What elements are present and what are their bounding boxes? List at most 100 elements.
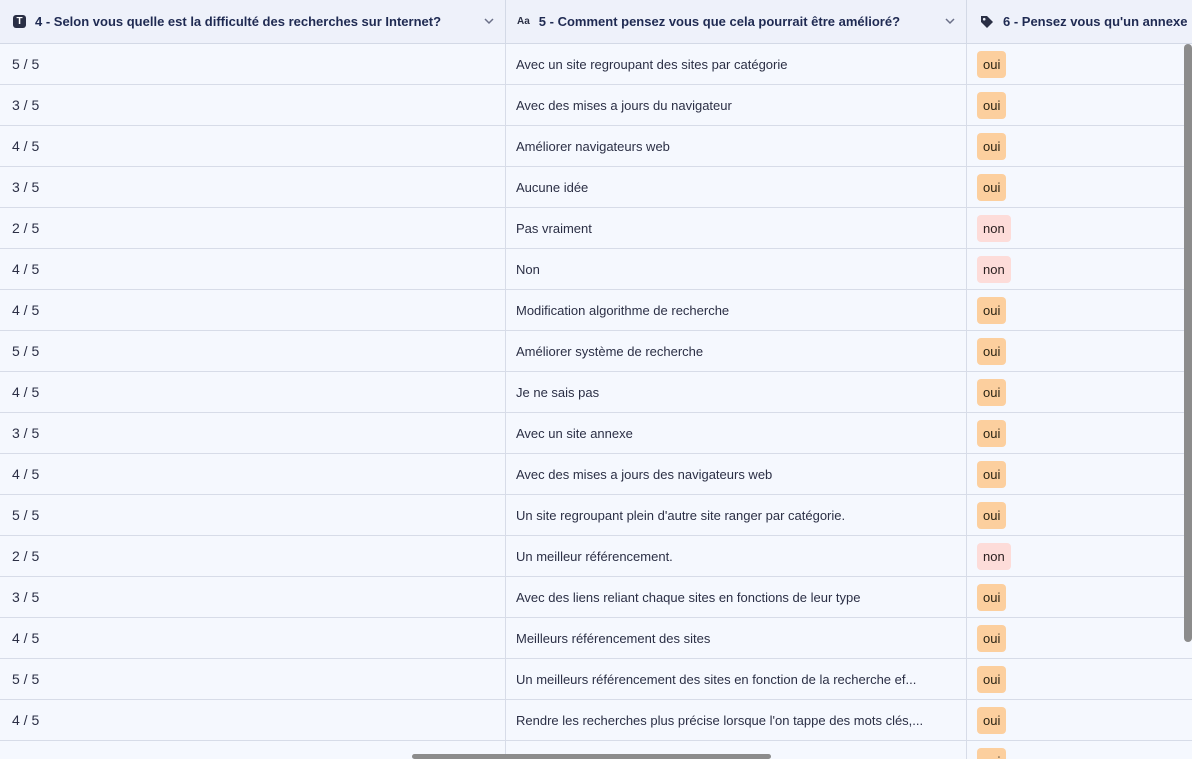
column-header-label: 4 - Selon vous quelle est la difficulté … (35, 14, 442, 29)
title-type-icon: Aa (517, 16, 530, 27)
answer-cell[interactable]: Un meilleur référencement. (506, 536, 967, 576)
rating-cell[interactable]: 4 / 5 (0, 618, 506, 658)
tag-cell[interactable]: oui (967, 126, 1192, 166)
tag-cell[interactable]: oui (967, 85, 1192, 125)
column-header-improvement[interactable]: Aa 5 - Comment pensez vous que cela pour… (506, 0, 967, 43)
answer-cell[interactable]: Rendre les recherches plus précise lorsq… (506, 700, 967, 740)
tag-badge: oui (977, 665, 1007, 693)
answer-cell[interactable]: Un meilleurs référencement des sites en … (506, 659, 967, 699)
vertical-scrollbar[interactable] (1184, 44, 1192, 642)
tag-badge: oui (977, 337, 1007, 365)
tag-cell[interactable]: oui (967, 44, 1192, 84)
rating-cell[interactable]: 3 / 5 (0, 413, 506, 453)
table-row[interactable]: 4 / 5 Améliorer navigateurs web oui (0, 126, 1192, 167)
table-row[interactable]: 3 / 5 Avec des liens reliant chaque sites… (0, 577, 1192, 618)
tag-cell[interactable]: oui (967, 290, 1192, 330)
tag-cell[interactable]: non (967, 208, 1192, 248)
table-row[interactable]: 3 / 5 Avec des mises a jours du navigateu… (0, 85, 1192, 126)
rating-cell[interactable]: 3 / 5 (0, 167, 506, 207)
tag-cell[interactable]: oui (967, 618, 1192, 658)
rating-cell[interactable]: 4 / 5 (0, 249, 506, 289)
tag-cell[interactable]: non (967, 536, 1192, 576)
rating-cell[interactable]: 4 / 5 (0, 126, 506, 166)
rating-value: 4 / 5 (12, 630, 40, 646)
horizontal-scrollbar[interactable] (412, 754, 771, 759)
tag-badge: oui (977, 296, 1007, 324)
table-row[interactable]: 5 / 5 Avec un site regroupant des sites p… (0, 44, 1192, 85)
table-row[interactable]: 4 / 5 Modification algorithme de recherch… (0, 290, 1192, 331)
answer-cell[interactable]: Je ne sais pas (506, 372, 967, 412)
answer-cell[interactable]: Un site regroupant plein d'autre site ra… (506, 495, 967, 535)
rating-value: 4 / 5 (12, 261, 40, 277)
column-header-annex[interactable]: 6 - Pensez vous qu'un annexe (967, 0, 1192, 43)
answer-cell[interactable]: Non (506, 249, 967, 289)
table-row[interactable]: 2 / 5 Un meilleur référencement. non (0, 536, 1192, 577)
table-row[interactable]: 4 / 5 Avec des mises a jours des navigate… (0, 454, 1192, 495)
tag-badge: oui (977, 91, 1007, 119)
rating-cell[interactable]: 2 / 5 (0, 208, 506, 248)
answer-text: Avec des mises a jours des navigateurs w… (516, 466, 773, 482)
answer-cell[interactable]: Avec un site regroupant des sites par ca… (506, 44, 967, 84)
column-header-label: 5 - Comment pensez vous que cela pourrai… (538, 14, 901, 29)
rating-cell[interactable]: 5 / 5 (0, 331, 506, 371)
table-row[interactable]: 5 / 5 Un meilleurs référencement des site… (0, 659, 1192, 700)
tag-badge: oui (977, 50, 1007, 78)
tag-cell[interactable]: oui (967, 454, 1192, 494)
table-row[interactable]: 4 / 5 Je ne sais pas oui (0, 372, 1192, 413)
answer-cell[interactable]: Aucune idée (506, 167, 967, 207)
rating-cell[interactable]: 4 / 5 (0, 290, 506, 330)
rating-cell[interactable]: 3 / 5 (0, 85, 506, 125)
tag-cell[interactable]: oui (967, 372, 1192, 412)
table-row[interactable]: 4 / 5 Rendre les recherches plus précise … (0, 700, 1192, 741)
answer-cell[interactable]: Pas vraiment (506, 208, 967, 248)
table-row[interactable]: 4 / 5 Meilleurs référencement des sites ou… (0, 618, 1192, 659)
answer-cell[interactable]: Améliorer système de recherche (506, 331, 967, 371)
tag-cell[interactable]: oui (967, 167, 1192, 207)
answer-text: Avec un site annexe (516, 425, 633, 441)
answer-cell[interactable]: Avec des mises a jours du navigateur (506, 85, 967, 125)
rating-cell[interactable]: 4 / 5 (0, 454, 506, 494)
tag-cell[interactable]: oui (967, 577, 1192, 617)
answer-text: Un meilleurs référencement des sites en … (516, 671, 917, 687)
column-header-label: 6 - Pensez vous qu'un annexe (1003, 14, 1188, 29)
tag-cell[interactable]: oui (967, 495, 1192, 535)
rating-cell[interactable]: 4 / 5 (0, 372, 506, 412)
table-row[interactable]: 5 / 5 Améliorer système de recherche oui (0, 331, 1192, 372)
rating-value: 2 / 5 (12, 220, 40, 236)
tag-cell[interactable]: oui (967, 700, 1192, 740)
table-row[interactable]: 2 / 5 Pas vraiment non (0, 208, 1192, 249)
answer-text: Je ne sais pas (516, 384, 600, 400)
answer-cell[interactable]: Avec un site annexe (506, 413, 967, 453)
chevron-down-icon[interactable] (483, 15, 495, 27)
rating-cell[interactable]: 2 / 5 (0, 536, 506, 576)
text-type-icon-glyph: T (13, 15, 26, 28)
rating-cell[interactable]: 5 / 5 (0, 44, 506, 84)
table-row[interactable]: 5 / 5 Un site regroupant plein d'autre si… (0, 495, 1192, 536)
rating-value: 3 / 5 (12, 97, 40, 113)
rating-value: 5 / 5 (12, 507, 40, 523)
rating-cell[interactable]: 5 / 5 (0, 659, 506, 699)
tag-cell[interactable]: oui (967, 659, 1192, 699)
tag-badge: non (977, 542, 1011, 570)
answer-cell[interactable]: Meilleurs référencement des sites (506, 618, 967, 658)
answer-text: Avec des liens reliant chaque sites en f… (516, 589, 861, 605)
tag-cell[interactable]: oui (967, 331, 1192, 371)
answer-cell[interactable]: Améliorer navigateurs web (506, 126, 967, 166)
rating-cell[interactable]: 3 / 5 (0, 577, 506, 617)
answer-text: Non (516, 261, 540, 277)
answer-cell[interactable]: Avec des mises a jours des navigateurs w… (506, 454, 967, 494)
tag-cell[interactable]: oui (967, 413, 1192, 453)
chevron-down-icon[interactable] (944, 15, 956, 27)
answer-cell[interactable]: Modification algorithme de recherche (506, 290, 967, 330)
table-row[interactable]: 3 / 5 Aucune idée oui (0, 167, 1192, 208)
rating-cell[interactable]: 4 / 5 (0, 700, 506, 740)
tag-cell[interactable]: oui (967, 741, 1192, 759)
table-row[interactable]: 3 / 5 Avec un site annexe oui (0, 413, 1192, 454)
answer-cell[interactable]: Avec des liens reliant chaque sites en f… (506, 577, 967, 617)
column-header-difficulty[interactable]: T 4 - Selon vous quelle est la difficult… (0, 0, 506, 43)
rating-cell[interactable]: 5 / 5 (0, 495, 506, 535)
tag-badge: oui (977, 583, 1007, 611)
rating-value: 3 / 5 (12, 425, 40, 441)
table-row[interactable]: 4 / 5 Non non (0, 249, 1192, 290)
tag-cell[interactable]: non (967, 249, 1192, 289)
